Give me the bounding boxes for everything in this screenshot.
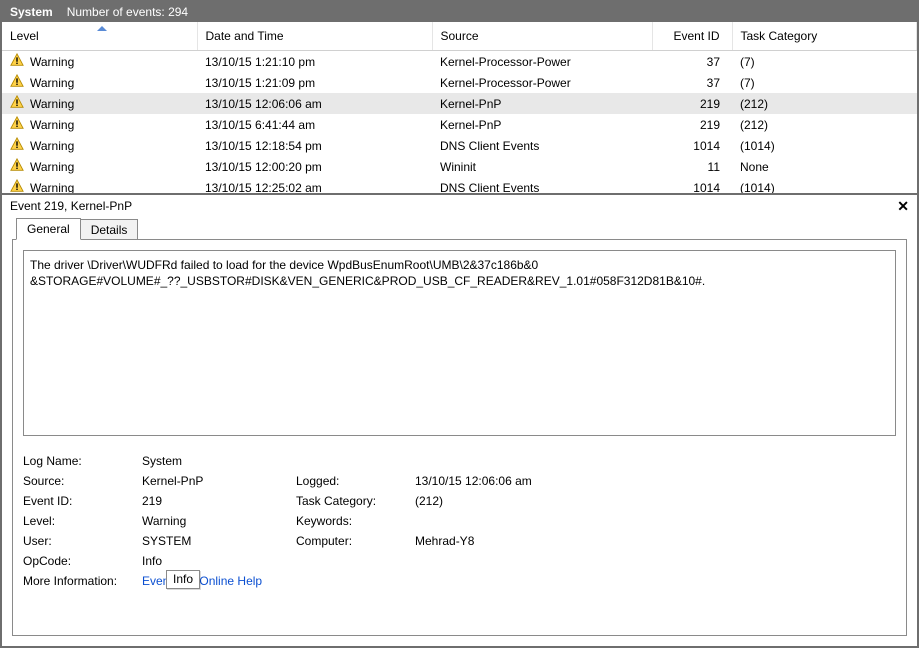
cell-task-category: (212) <box>732 93 917 114</box>
meta-label-task-category: Task Category: <box>296 494 411 508</box>
meta-value-task-category: (212) <box>415 494 615 508</box>
meta-value-logged: 13/10/15 12:06:06 am <box>415 474 615 488</box>
cell-level: Warning <box>30 76 74 90</box>
title-bar: System Number of events: 294 <box>2 2 917 22</box>
cell-source: Kernel-Processor-Power <box>432 72 652 93</box>
cell-datetime: 13/10/15 1:21:09 pm <box>197 72 432 93</box>
tab-panel-general: The driver \Driver\WUDFRd failed to load… <box>12 239 907 636</box>
warning-icon <box>10 74 24 91</box>
cell-source: DNS Client Events <box>432 177 652 193</box>
meta-label-computer: Computer: <box>296 534 411 548</box>
column-header-source[interactable]: Source <box>432 22 652 51</box>
event-grid-scroll[interactable]: Level Date and Time Source Event ID Task… <box>2 22 917 193</box>
meta-value-source: Kernel-PnP <box>142 474 292 488</box>
meta-label-keywords: Keywords: <box>296 514 411 528</box>
cell-datetime: 13/10/15 12:18:54 pm <box>197 135 432 156</box>
cell-datetime: 13/10/15 12:00:20 pm <box>197 156 432 177</box>
cell-datetime: 13/10/15 12:06:06 am <box>197 93 432 114</box>
cell-task-category: (1014) <box>732 177 917 193</box>
meta-value-user: SYSTEM <box>142 534 292 548</box>
event-message-box: The driver \Driver\WUDFRd failed to load… <box>23 250 896 436</box>
tab-strip: General Details <box>2 217 917 239</box>
close-detail-button[interactable]: ✕ <box>895 199 911 213</box>
column-header-task-category[interactable]: Task Category <box>732 22 917 51</box>
tab-general-label: General <box>27 222 70 236</box>
column-header-datetime-label: Date and Time <box>206 29 284 43</box>
cell-event-id: 219 <box>652 114 732 135</box>
cell-datetime: 13/10/15 6:41:44 am <box>197 114 432 135</box>
cell-event-id: 1014 <box>652 177 732 193</box>
cell-datetime: 13/10/15 12:25:02 am <box>197 177 432 193</box>
meta-label-more-info: More Information: <box>23 574 138 588</box>
column-header-source-label: Source <box>441 29 479 43</box>
cell-event-id: 219 <box>652 93 732 114</box>
system-label: System <box>10 5 53 19</box>
warning-icon <box>10 158 24 175</box>
meta-value-level: Warning <box>142 514 292 528</box>
column-header-event-id-label: Event ID <box>673 29 719 43</box>
cell-level: Warning <box>30 97 74 111</box>
meta-value-log-name: System <box>142 454 292 468</box>
cell-task-category: (1014) <box>732 135 917 156</box>
cell-task-category: (212) <box>732 114 917 135</box>
table-row[interactable]: Warning 13/10/15 6:41:44 amKernel-PnP219(… <box>2 114 917 135</box>
event-detail-panel: Event 219, Kernel-PnP ✕ General Details … <box>2 195 917 646</box>
meta-value-event-id: 219 <box>142 494 292 508</box>
meta-value-computer: Mehrad-Y8 <box>415 534 615 548</box>
cell-level: Warning <box>30 160 74 174</box>
cell-task-category: (7) <box>732 72 917 93</box>
events-count-label: Number of events: 294 <box>67 5 188 19</box>
cell-event-id: 37 <box>652 72 732 93</box>
cell-task-category: None <box>732 156 917 177</box>
event-meta-grid: Log Name: System Source: Kernel-PnP Logg… <box>23 454 896 588</box>
cell-event-id: 37 <box>652 51 732 73</box>
table-row[interactable]: Warning 13/10/15 12:25:02 amDNS Client Ev… <box>2 177 917 193</box>
meta-label-source: Source: <box>23 474 138 488</box>
more-info-link[interactable]: Event Log Online Help <box>142 574 262 588</box>
warning-icon <box>10 53 24 70</box>
event-detail-title: Event 219, Kernel-PnP <box>10 199 132 213</box>
warning-icon <box>10 137 24 154</box>
table-row[interactable]: Warning 13/10/15 12:18:54 pmDNS Client Ev… <box>2 135 917 156</box>
column-header-event-id[interactable]: Event ID <box>652 22 732 51</box>
cell-event-id: 11 <box>652 156 732 177</box>
cell-level: Warning <box>30 118 74 132</box>
event-grid-container: Level Date and Time Source Event ID Task… <box>2 22 917 195</box>
meta-value-keywords <box>415 514 615 528</box>
cell-level: Warning <box>30 181 74 194</box>
warning-icon <box>10 179 24 193</box>
meta-value-opcode: Info <box>142 554 292 568</box>
meta-label-event-id: Event ID: <box>23 494 138 508</box>
meta-label-log-name: Log Name: <box>23 454 138 468</box>
table-row[interactable]: Warning 13/10/15 1:21:10 pmKernel-Process… <box>2 51 917 73</box>
meta-label-user: User: <box>23 534 138 548</box>
tab-general[interactable]: General <box>16 218 81 240</box>
cell-source: Wininit <box>432 156 652 177</box>
cell-datetime: 13/10/15 1:21:10 pm <box>197 51 432 73</box>
table-row[interactable]: Warning 13/10/15 12:06:06 amKernel-PnP219… <box>2 93 917 114</box>
column-header-level[interactable]: Level <box>2 22 197 51</box>
cell-source: Kernel-PnP <box>432 114 652 135</box>
cell-level: Warning <box>30 55 74 69</box>
meta-label-opcode: OpCode: <box>23 554 138 568</box>
sort-indicator-icon <box>97 26 107 31</box>
cell-task-category: (7) <box>732 51 917 73</box>
column-header-datetime[interactable]: Date and Time <box>197 22 432 51</box>
warning-icon <box>10 95 24 112</box>
cell-level: Warning <box>30 139 74 153</box>
meta-label-level: Level: <box>23 514 138 528</box>
event-grid: Level Date and Time Source Event ID Task… <box>2 22 917 193</box>
meta-label-logged: Logged: <box>296 474 411 488</box>
column-header-level-label: Level <box>10 29 39 43</box>
table-row[interactable]: Warning 13/10/15 12:00:20 pmWininit11None <box>2 156 917 177</box>
cell-event-id: 1014 <box>652 135 732 156</box>
warning-icon <box>10 116 24 133</box>
column-header-task-category-label: Task Category <box>741 29 818 43</box>
tab-details[interactable]: Details <box>80 219 139 240</box>
cell-source: Kernel-PnP <box>432 93 652 114</box>
cell-source: Kernel-Processor-Power <box>432 51 652 73</box>
table-row[interactable]: Warning 13/10/15 1:21:09 pmKernel-Process… <box>2 72 917 93</box>
cell-source: DNS Client Events <box>432 135 652 156</box>
tab-details-label: Details <box>91 223 128 237</box>
